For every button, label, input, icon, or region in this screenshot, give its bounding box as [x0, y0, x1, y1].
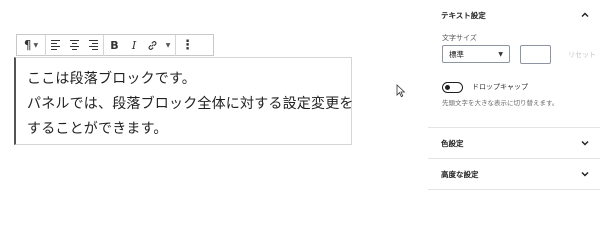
mouse-cursor-icon — [396, 84, 406, 98]
paragraph-text[interactable]: ここは段落ブロックです。 パネルでは、段落ブロック全体に対する設定変更を するこ… — [27, 67, 354, 142]
panel-title: 色設定 — [441, 138, 464, 148]
link-button[interactable] — [143, 35, 161, 55]
drop-cap-help: 先頭文字を大きな表示に切り替えます。 — [442, 99, 559, 107]
text-settings-panel: テキスト設定 文字サイズ 標準 ▼ リセット ドロップキャップ 先頭文字を大きな… — [428, 0, 600, 128]
align-left-icon — [51, 40, 60, 50]
more-formats-button[interactable]: ▼ — [161, 35, 175, 55]
panel-title: 高度な設定 — [441, 169, 479, 179]
block-type-switcher[interactable]: ¶ ▼ — [17, 35, 45, 55]
align-right-button[interactable] — [84, 35, 103, 55]
drop-cap-toggle[interactable] — [442, 82, 463, 93]
settings-sidebar: テキスト設定 文字サイズ 標準 ▼ リセット ドロップキャップ 先頭文字を大きな… — [428, 0, 600, 245]
advanced-settings-toggle[interactable]: 高度な設定 — [428, 159, 600, 189]
font-size-select[interactable]: 標準 ▼ — [442, 45, 510, 63]
align-left-button[interactable] — [46, 35, 65, 55]
custom-font-size-input[interactable] — [520, 45, 551, 64]
align-right-icon — [89, 40, 98, 50]
more-options-button[interactable]: ⋮ — [176, 35, 199, 55]
toggle-knob — [445, 85, 450, 90]
align-center-icon — [70, 40, 79, 50]
chevron-down-icon: ▼ — [165, 41, 171, 49]
align-center-button[interactable] — [65, 35, 84, 55]
link-icon — [148, 40, 156, 50]
block-toolbar: ¶ ▼ B I ▼ ⋮ — [16, 34, 214, 56]
italic-button[interactable]: I — [125, 35, 143, 55]
bold-button[interactable]: B — [104, 35, 125, 55]
font-size-value: 標準 — [449, 49, 464, 59]
panel-title: テキスト設定 — [441, 10, 486, 20]
chevron-down-icon: ▼ — [498, 51, 503, 58]
paragraph-line: することができます。 — [27, 121, 168, 137]
chevron-down-icon — [581, 141, 589, 146]
paragraph-icon: ¶ — [23, 38, 32, 52]
more-vertical-icon: ⋮ — [181, 37, 194, 53]
chevron-down-icon: ▼ — [33, 41, 39, 49]
advanced-settings-panel: 高度な設定 — [428, 159, 600, 190]
color-settings-panel: 色設定 — [428, 128, 600, 159]
paragraph-block[interactable]: ここは段落ブロックです。 パネルでは、段落ブロック全体に対する設定変更を するこ… — [14, 57, 354, 145]
color-settings-toggle[interactable]: 色設定 — [428, 128, 600, 158]
text-settings-toggle[interactable]: テキスト設定 — [428, 0, 600, 30]
paragraph-line: パネルでは、段落ブロック全体に対する設定変更を — [27, 96, 354, 112]
chevron-down-icon — [581, 172, 589, 177]
reset-button[interactable]: リセット — [568, 50, 596, 60]
drop-cap-label: ドロップキャップ — [472, 83, 528, 91]
paragraph-line: ここは段落ブロックです。 — [27, 71, 196, 87]
chevron-up-icon — [581, 12, 589, 17]
font-size-label: 文字サイズ — [442, 34, 477, 42]
